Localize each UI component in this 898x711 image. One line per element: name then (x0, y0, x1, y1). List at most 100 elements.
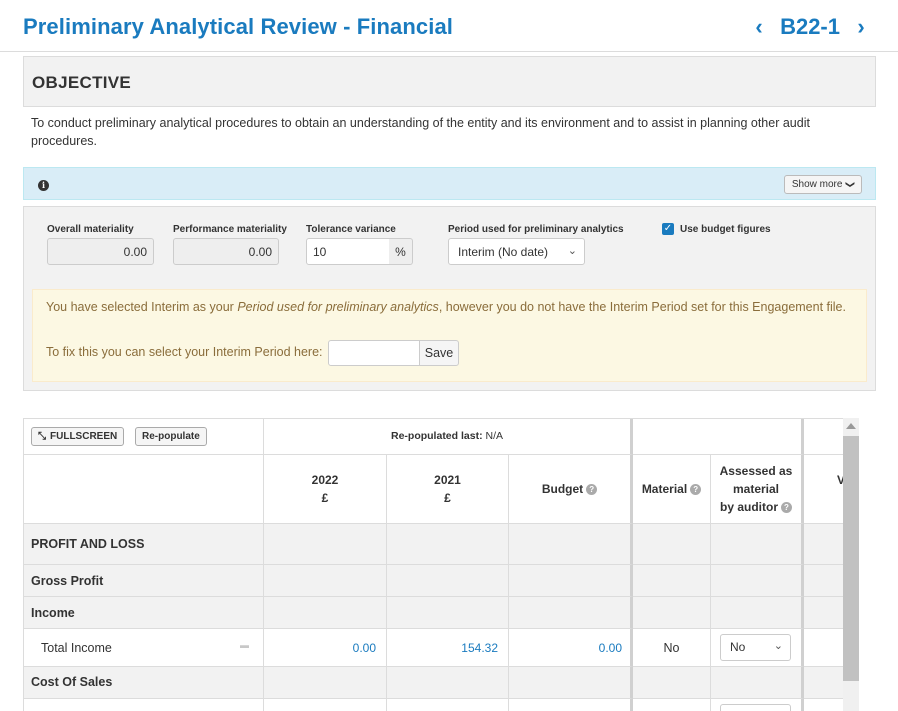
empty-cell (509, 565, 633, 597)
warning-alert: You have selected Interim as your Period… (32, 289, 867, 382)
section-code: B22-1 (780, 14, 840, 39)
row-label: Total Income (41, 641, 112, 655)
toolbar-cell: ⤡ FULLSCREEN Re-populate (24, 419, 264, 455)
section-profit-loss: PROFIT AND LOSS (31, 537, 145, 551)
column-2021-year: 2021 (434, 473, 461, 487)
assessed-select[interactable]: No ⌄ (720, 634, 791, 661)
performance-materiality-label: Performance materiality (173, 224, 287, 235)
column-2022-year: 2022 (311, 473, 339, 487)
empty-cell (509, 667, 633, 699)
expand-icon: ⤡ (38, 431, 46, 442)
period-select[interactable]: Interim (No date) ⌄ (448, 238, 585, 265)
table-row: Total Income ▬ (24, 629, 264, 667)
empty-cell (633, 565, 711, 597)
empty-cell (633, 699, 711, 711)
column-2021-currency: £ (444, 491, 451, 505)
page-title: Preliminary Analytical Review - Financia… (23, 14, 454, 39)
table-row-partial (24, 699, 264, 711)
empty-cell (264, 597, 387, 629)
empty-cell (711, 667, 804, 699)
repopulated-cell: Re-populated last: N/A (264, 419, 633, 455)
section-nav: ‹ B22-1 › (750, 14, 870, 40)
use-budget-label: Use budget figures (680, 224, 771, 235)
section-row-profit-loss: PROFIT AND LOSS (24, 524, 264, 565)
repopulate-button[interactable]: Re-populate (135, 427, 207, 446)
fullscreen-button[interactable]: ⤡ FULLSCREEN (31, 427, 125, 446)
chevron-left-icon[interactable]: ‹ (750, 14, 768, 40)
column-material-label: Material? (633, 480, 710, 498)
assessed-select-partial[interactable] (720, 704, 791, 711)
show-more-button[interactable]: Show more ❯ (783, 175, 862, 194)
empty-cell (387, 597, 509, 629)
toolbar-empty-cell-2 (804, 419, 843, 455)
info-bar: i Show more ❯ (23, 167, 876, 200)
cell-material: No (633, 629, 711, 667)
warning-msg-suffix: , however you do not have the Interim Pe… (438, 300, 846, 314)
column-next: V (804, 455, 843, 524)
empty-cell (509, 699, 633, 711)
empty-cell (633, 524, 711, 565)
column-2021-label: 2021 £ (387, 471, 508, 507)
empty-cell (804, 597, 843, 629)
scroll-up-icon[interactable] (846, 423, 856, 429)
period-label: Period used for preliminary analytics (448, 224, 624, 235)
empty-cell (633, 667, 711, 699)
column-material: Material? (633, 455, 711, 524)
table-scrollbar[interactable] (843, 418, 859, 711)
value-budget[interactable]: 0.00 (599, 641, 622, 655)
section-cost-of-sales: Cost Of Sales (31, 675, 113, 689)
column-2022: 2022 £ (264, 455, 387, 524)
cell-2021: 154.32 (387, 629, 509, 667)
empty-cell (804, 699, 843, 711)
warning-msg-italic: Period used for preliminary analytics (237, 300, 439, 314)
help-icon[interactable]: ? (781, 502, 792, 513)
analytics-table: ⤡ FULLSCREEN Re-populate Re-populated la… (23, 418, 843, 711)
objective-heading: OBJECTIVE (32, 73, 132, 92)
repopulated-label: Re-populated last: (390, 430, 483, 442)
comment-icon[interactable]: ▬ (240, 640, 249, 650)
empty-cell (264, 524, 387, 565)
empty-cell (711, 565, 804, 597)
objective-panel: OBJECTIVE (23, 56, 876, 107)
value-material: No (663, 641, 680, 655)
save-button[interactable]: Save (419, 340, 459, 366)
section-gross-profit: Gross Profit (31, 574, 104, 588)
period-selected-value: Interim (No date) (458, 245, 549, 259)
use-budget-checkbox[interactable]: ✓ (662, 223, 674, 235)
scroll-thumb[interactable] (843, 436, 859, 681)
empty-cell (264, 667, 387, 699)
section-income: Income (31, 606, 75, 620)
empty-cell (387, 565, 509, 597)
info-icon: i (38, 180, 49, 191)
overall-materiality-label: Overall materiality (47, 224, 134, 235)
help-icon[interactable]: ? (586, 484, 598, 495)
cell-budget: 0.00 (509, 629, 633, 667)
page-header: Preliminary Analytical Review - Financia… (0, 0, 898, 52)
empty-cell (387, 667, 509, 699)
repopulated-value: N/A (485, 430, 504, 442)
section-row-income: Income (24, 597, 264, 629)
empty-cell (711, 524, 804, 565)
empty-cell (804, 524, 843, 565)
value-2021[interactable]: 154.32 (461, 641, 498, 655)
warning-fix-text: To fix this you can select your Interim … (46, 345, 323, 359)
column-2022-currency: £ (321, 491, 329, 505)
objective-text: To conduct preliminary analytical proced… (31, 116, 810, 148)
warning-message: You have selected Interim as your Period… (46, 298, 846, 316)
empty-cell (264, 565, 387, 597)
tolerance-variance-label: Tolerance variance (306, 224, 396, 235)
section-row-gross-profit: Gross Profit (24, 565, 264, 597)
fullscreen-label: FULLSCREEN (50, 431, 118, 442)
empty-cell (711, 699, 804, 711)
interim-period-input[interactable] (328, 340, 420, 366)
empty-cell (387, 524, 509, 565)
value-2022[interactable]: 0.00 (353, 641, 376, 655)
settings-panel: Overall materiality 0.00 Performance mat… (23, 206, 876, 391)
help-icon[interactable]: ? (690, 484, 702, 495)
chevron-right-icon[interactable]: › (852, 14, 870, 40)
empty-cell (633, 597, 711, 629)
chevron-down-icon: ❯ (845, 180, 856, 189)
column-budget: Budget? (509, 455, 633, 524)
tolerance-variance-input[interactable]: 10 (306, 238, 390, 265)
chevron-down-icon: ⌄ (773, 640, 783, 652)
